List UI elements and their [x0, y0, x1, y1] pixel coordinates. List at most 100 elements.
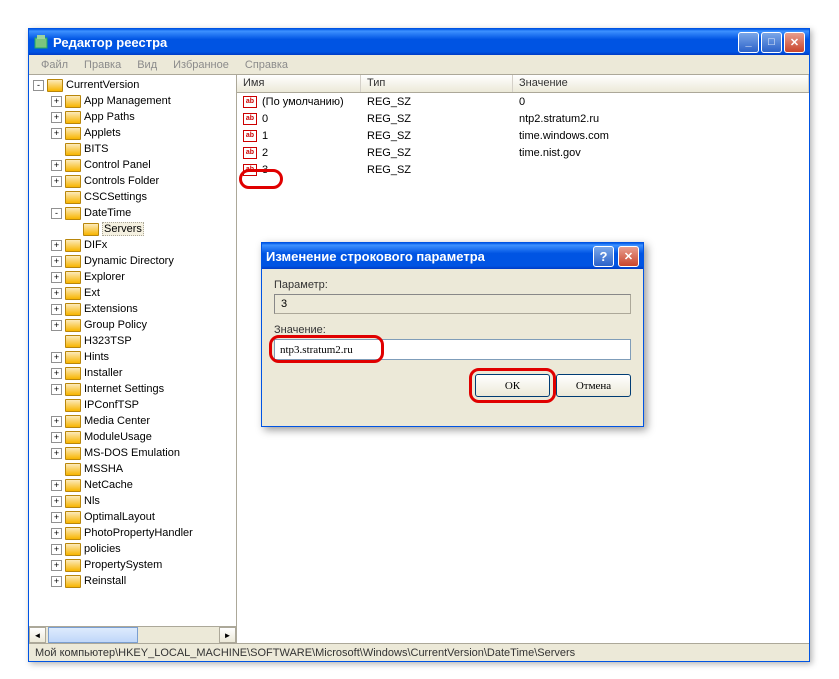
tree-item[interactable]: + PropertySystem	[29, 557, 236, 573]
collapse-icon[interactable]: -	[51, 208, 62, 219]
tree-label[interactable]: MSSHA	[84, 463, 123, 475]
tree-label[interactable]: NetCache	[84, 479, 133, 491]
expand-icon[interactable]: +	[51, 320, 62, 331]
tree-label[interactable]: Extensions	[84, 303, 138, 315]
expand-icon[interactable]: +	[51, 560, 62, 571]
expand-icon[interactable]: +	[51, 480, 62, 491]
tree-item[interactable]: + policies	[29, 541, 236, 557]
tree-label[interactable]: CurrentVersion	[66, 79, 139, 91]
tree-item[interactable]: + App Paths	[29, 109, 236, 125]
menu-file[interactable]: Файл	[33, 57, 76, 73]
tree-label[interactable]: App Management	[84, 95, 171, 107]
tree-scrollbar-horizontal[interactable]: ◄ ►	[29, 626, 236, 643]
tree-item[interactable]: - DateTime	[29, 205, 236, 221]
tree-item[interactable]: + Explorer	[29, 269, 236, 285]
tree-label[interactable]: Controls Folder	[84, 175, 159, 187]
expand-icon[interactable]: +	[51, 176, 62, 187]
list-row[interactable]: ab(По умолчанию)REG_SZ0	[237, 93, 809, 110]
tree-item[interactable]: + NetCache	[29, 477, 236, 493]
tree-item[interactable]: +Nls	[29, 493, 236, 509]
tree-label[interactable]: Servers	[102, 222, 144, 236]
tree-item[interactable]: + Dynamic Directory	[29, 253, 236, 269]
expand-icon[interactable]: +	[51, 368, 62, 379]
dialog-close-button[interactable]: ✕	[618, 246, 639, 267]
list-row[interactable]: ab2REG_SZtime.nist.gov	[237, 144, 809, 161]
expand-icon[interactable]: +	[51, 288, 62, 299]
tree-label[interactable]: Group Policy	[84, 319, 147, 331]
tree-item[interactable]: Servers	[29, 221, 236, 237]
maximize-button[interactable]: □	[761, 32, 782, 53]
menu-edit[interactable]: Правка	[76, 57, 129, 73]
tree-label[interactable]: Dynamic Directory	[84, 255, 174, 267]
expand-icon[interactable]: +	[51, 352, 62, 363]
tree-item[interactable]: + Control Panel	[29, 157, 236, 173]
tree-label[interactable]: IPConfTSP	[84, 399, 139, 411]
ok-button[interactable]: ОК	[475, 374, 550, 397]
scroll-right-button[interactable]: ►	[219, 627, 236, 643]
tree-label[interactable]: Installer	[84, 367, 123, 379]
tree-label[interactable]: DateTime	[84, 207, 131, 219]
tree-item[interactable]: +Internet Settings	[29, 381, 236, 397]
tree-label[interactable]: Control Panel	[84, 159, 151, 171]
column-name[interactable]: Имя	[237, 75, 361, 92]
expand-icon[interactable]: +	[51, 512, 62, 523]
tree-label[interactable]: PhotoPropertyHandler	[84, 527, 193, 539]
tree-item[interactable]: + App Management	[29, 93, 236, 109]
expand-icon[interactable]: +	[51, 384, 62, 395]
expand-icon[interactable]: +	[51, 240, 62, 251]
tree-label[interactable]: App Paths	[84, 111, 135, 123]
tree-label[interactable]: Media Center	[84, 415, 150, 427]
tree-item[interactable]: + Reinstall	[29, 573, 236, 589]
expand-icon[interactable]: +	[51, 272, 62, 283]
tree-item[interactable]: + Group Policy	[29, 317, 236, 333]
expand-icon[interactable]: +	[51, 576, 62, 587]
close-button[interactable]: ✕	[784, 32, 805, 53]
dialog-titlebar[interactable]: Изменение строкового параметра ? ✕	[262, 243, 643, 269]
tree-item[interactable]: BITS	[29, 141, 236, 157]
tree-item[interactable]: + ModuleUsage	[29, 429, 236, 445]
tree-item[interactable]: +DIFx	[29, 237, 236, 253]
expand-icon[interactable]: +	[51, 432, 62, 443]
tree-label[interactable]: policies	[84, 543, 121, 555]
tree-label[interactable]: OptimalLayout	[84, 511, 155, 523]
list-row[interactable]: ab3REG_SZ	[237, 161, 809, 178]
tree-item[interactable]: + OptimalLayout	[29, 509, 236, 525]
tree-label[interactable]: Applets	[84, 127, 121, 139]
tree-label[interactable]: Explorer	[84, 271, 125, 283]
tree-label[interactable]: ModuleUsage	[84, 431, 152, 443]
titlebar[interactable]: Редактор реестра _ □ ✕	[29, 29, 809, 55]
column-type[interactable]: Тип	[361, 75, 513, 92]
tree-item[interactable]: +Extensions	[29, 301, 236, 317]
expand-icon[interactable]: +	[51, 160, 62, 171]
expand-icon[interactable]: +	[51, 416, 62, 427]
tree-label[interactable]: BITS	[84, 143, 108, 155]
tree-label[interactable]: H323TSP	[84, 335, 132, 347]
tree-label[interactable]: Reinstall	[84, 575, 126, 587]
cancel-button[interactable]: Отмена	[556, 374, 631, 397]
list-row[interactable]: ab1REG_SZtime.windows.com	[237, 127, 809, 144]
tree-item[interactable]: +Applets	[29, 125, 236, 141]
tree-item[interactable]: + Installer	[29, 365, 236, 381]
tree-label[interactable]: MS-DOS Emulation	[84, 447, 180, 459]
tree-item[interactable]: H323TSP	[29, 333, 236, 349]
menu-view[interactable]: Вид	[129, 57, 165, 73]
expand-icon[interactable]: +	[51, 96, 62, 107]
expand-icon[interactable]: +	[51, 544, 62, 555]
tree-item[interactable]: + Ext	[29, 285, 236, 301]
tree-label[interactable]: Ext	[84, 287, 100, 299]
expand-icon[interactable]: +	[51, 256, 62, 267]
expand-icon[interactable]: +	[51, 448, 62, 459]
tree-item[interactable]: + MS-DOS Emulation	[29, 445, 236, 461]
tree-item[interactable]: + Media Center	[29, 413, 236, 429]
tree-item[interactable]: - CurrentVersion	[29, 77, 236, 93]
tree-label[interactable]: PropertySystem	[84, 559, 162, 571]
help-button[interactable]: ?	[593, 246, 614, 267]
expand-icon[interactable]: +	[51, 528, 62, 539]
minimize-button[interactable]: _	[738, 32, 759, 53]
tree-label[interactable]: Hints	[84, 351, 109, 363]
collapse-icon[interactable]: -	[33, 80, 44, 91]
tree-item[interactable]: IPConfTSP	[29, 397, 236, 413]
tree-item[interactable]: + Hints	[29, 349, 236, 365]
expand-icon[interactable]: +	[51, 112, 62, 123]
tree-item[interactable]: + Controls Folder	[29, 173, 236, 189]
